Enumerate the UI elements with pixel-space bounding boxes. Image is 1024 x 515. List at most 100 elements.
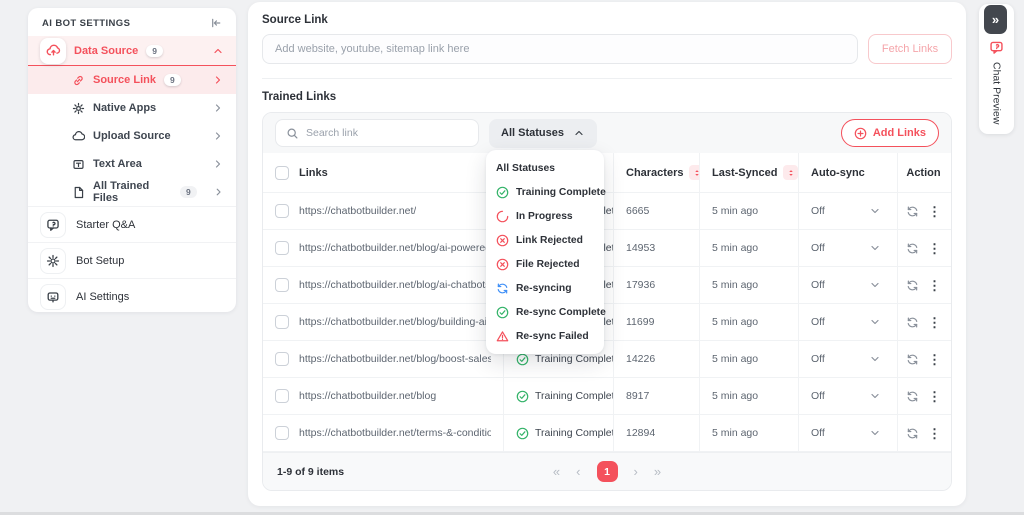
auto-sync-value: Off — [811, 242, 825, 254]
refresh-icon[interactable] — [906, 427, 919, 440]
check-circle-icon — [516, 353, 529, 366]
sidebar-item-native-apps[interactable]: Native Apps — [28, 94, 236, 122]
dropdown-item-re-syncing[interactable]: Re-syncing — [486, 276, 604, 300]
sidebar-item-text-area[interactable]: Text Area — [28, 150, 236, 178]
characters-value: 12894 — [613, 415, 699, 451]
column-last-synced: Last-Synced — [712, 166, 778, 179]
dropdown-item-link-rejected[interactable]: Link Rejected — [486, 228, 604, 252]
sidebar-item-label: AI Settings — [76, 290, 130, 303]
chevron-down-icon[interactable] — [869, 390, 881, 402]
link-url: https://chatbotbuilder.net/blog/ai-power… — [299, 242, 491, 254]
sort-icon[interactable] — [689, 165, 699, 180]
chevron-down-icon[interactable] — [869, 242, 881, 254]
refresh-icon[interactable] — [906, 390, 919, 403]
table-row: https://chatbotbuilder.net/blog/ai-power… — [263, 230, 951, 267]
last-synced-value: 5 min ago — [699, 230, 798, 266]
link-url: https://chatbotbuilder.net/terms-&-condi… — [299, 427, 491, 439]
collapse-sidebar-icon[interactable] — [210, 17, 222, 29]
last-synced-value: 5 min ago — [699, 304, 798, 340]
gear-icon — [40, 247, 66, 274]
refresh-icon[interactable] — [906, 205, 919, 218]
table-row: https://chatbotbuilder.net/ Training Com… — [263, 193, 951, 230]
first-page-icon[interactable]: « — [553, 464, 560, 479]
sidebar-item-data-source[interactable]: Data Source 9 — [28, 36, 236, 66]
refresh-icon[interactable] — [906, 242, 919, 255]
row-checkbox[interactable] — [275, 426, 289, 440]
search-box — [275, 119, 479, 147]
row-checkbox[interactable] — [275, 389, 289, 403]
fetch-links-button[interactable]: Fetch Links — [868, 34, 952, 64]
column-characters: Characters — [626, 166, 684, 179]
kebab-menu-icon[interactable]: ⋮ — [928, 353, 941, 366]
kebab-menu-icon[interactable]: ⋮ — [928, 427, 941, 440]
main-panel: Source Link Fetch Links Trained Links Al… — [248, 2, 966, 506]
chevron-down-icon[interactable] — [869, 279, 881, 291]
add-links-button[interactable]: Add Links — [840, 119, 939, 147]
source-link-input[interactable] — [262, 34, 858, 64]
characters-value: 14226 — [613, 341, 699, 377]
dropdown-item-all-statuses[interactable]: All Statuses — [486, 156, 604, 180]
refresh-icon[interactable] — [906, 279, 919, 292]
status-text: Training Complete — [535, 353, 613, 365]
table-header-row: Links Characters Last-Synced Auto-sync A… — [263, 153, 951, 193]
kebab-menu-icon[interactable]: ⋮ — [928, 316, 941, 329]
auto-sync-value: Off — [811, 427, 825, 439]
refresh-icon[interactable] — [906, 353, 919, 366]
row-checkbox[interactable] — [275, 352, 289, 366]
status-text: Training Complete — [535, 427, 613, 439]
row-checkbox[interactable] — [275, 278, 289, 292]
sidebar-item-ai-settings[interactable]: AI Settings — [28, 278, 236, 312]
link-url: https://chatbotbuilder.net/ — [299, 205, 417, 217]
sidebar-item-label: Data Source — [74, 44, 139, 57]
dropdown-item-re-sync-failed[interactable]: Re-sync Failed — [486, 324, 604, 348]
column-action: Action — [897, 153, 949, 192]
row-checkbox[interactable] — [275, 204, 289, 218]
source-link-title: Source Link — [262, 14, 328, 26]
dropdown-item-training-complete[interactable]: Training Complete — [486, 180, 606, 204]
sort-icon[interactable] — [783, 165, 798, 180]
trained-links-title: Trained Links — [262, 91, 337, 103]
count-badge: 9 — [146, 44, 163, 57]
characters-value: 6665 — [613, 193, 699, 229]
expand-panel-button[interactable]: » — [984, 5, 1007, 34]
status-filter-label: All Statuses — [501, 127, 564, 139]
sidebar-item-label: Text Area — [93, 158, 142, 170]
dropdown-item-file-rejected[interactable]: File Rejected — [486, 252, 604, 276]
kebab-menu-icon[interactable]: ⋮ — [928, 390, 941, 403]
kebab-menu-icon[interactable]: ⋮ — [928, 279, 941, 292]
last-page-icon[interactable]: » — [654, 464, 661, 479]
dropdown-item-re-sync-complete[interactable]: Re-sync Complete — [486, 300, 606, 324]
chevron-down-icon[interactable] — [869, 205, 881, 217]
link-url: https://chatbotbuilder.net/blog/ai-chatb… — [299, 279, 491, 291]
chevron-down-icon[interactable] — [869, 427, 881, 439]
kebab-menu-icon[interactable]: ⋮ — [928, 242, 941, 255]
sidebar-item-all-trained-files[interactable]: All Trained Files 9 — [28, 178, 236, 206]
status-filter-dropdown: All Statuses Training Complete In Progre… — [486, 150, 606, 354]
prev-page-icon[interactable]: ‹ — [576, 464, 580, 479]
auto-sync-value: Off — [811, 353, 825, 365]
search-input[interactable] — [306, 127, 468, 139]
current-page-button[interactable]: 1 — [596, 461, 618, 482]
trained-links-table: All Statuses Add Links Links Characters … — [262, 112, 952, 491]
chevron-down-icon[interactable] — [869, 353, 881, 365]
sidebar-item-bot-setup[interactable]: Bot Setup — [28, 242, 236, 278]
sidebar-title: AI BOT SETTINGS — [42, 17, 131, 29]
cloud-upload-icon — [40, 37, 66, 64]
next-page-icon[interactable]: › — [634, 464, 638, 479]
table-row: https://chatbotbuilder.net/terms-&-condi… — [263, 415, 951, 452]
status-filter-button[interactable]: All Statuses — [489, 118, 597, 148]
refresh-icon[interactable] — [906, 316, 919, 329]
sidebar-item-starter-qa[interactable]: Starter Q&A — [28, 206, 236, 242]
plus-circle-icon — [854, 127, 867, 140]
dropdown-item-in-progress[interactable]: In Progress — [486, 204, 604, 228]
search-icon — [286, 127, 299, 140]
sidebar-item-upload-source[interactable]: Upload Source — [28, 122, 236, 150]
chevron-down-icon[interactable] — [869, 316, 881, 328]
text-area-icon — [72, 158, 85, 171]
row-checkbox[interactable] — [275, 315, 289, 329]
kebab-menu-icon[interactable]: ⋮ — [928, 205, 941, 218]
sidebar-item-source-link[interactable]: Source Link 9 — [28, 66, 236, 94]
select-all-checkbox[interactable] — [275, 165, 289, 180]
sync-icon — [496, 282, 509, 295]
row-checkbox[interactable] — [275, 241, 289, 255]
